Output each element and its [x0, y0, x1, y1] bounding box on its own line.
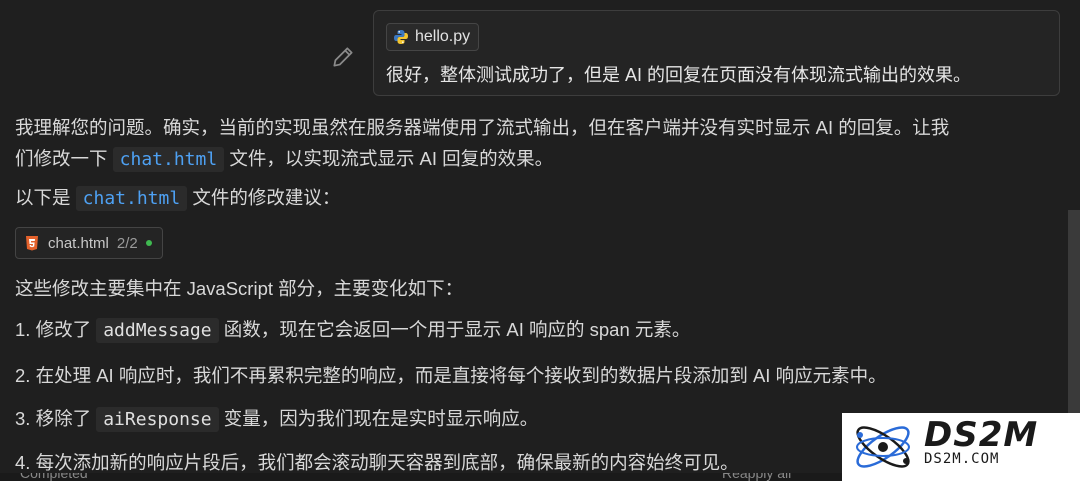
- text-span: 3. 移除了: [15, 408, 92, 429]
- list-item: 1. 修改了 addMessage 函数，现在它会返回一个用于显示 AI 响应的…: [15, 314, 1060, 346]
- text-span: 文件的修改建议：: [192, 187, 341, 208]
- text-span: 文件，以实现流式显示 AI 回复的效果。: [229, 148, 554, 169]
- attachment-chip[interactable]: hello.py: [386, 23, 480, 51]
- watermark-title: DS2M: [924, 415, 1039, 455]
- text-span: 变量，因为我们现在是实时显示响应。: [223, 408, 539, 429]
- response-paragraph-1: 我理解您的问题。确实，当前的实现虽然在服务器端使用了流式输出，但在客户端并没有实…: [15, 112, 1060, 175]
- pencil-icon[interactable]: [330, 44, 356, 70]
- file-pill-count: 2/2: [116, 234, 138, 252]
- inline-code-filename: chat.html: [112, 147, 225, 172]
- user-message-bubble: hello.py 很好，整体测试成功了，但是 AI 的回复在页面没有体现流式输出…: [373, 10, 1060, 96]
- status-text: Completed: [20, 473, 88, 481]
- atom-logo-icon: [856, 426, 910, 468]
- inline-code: aiResponse: [96, 407, 219, 432]
- python-icon: [394, 30, 408, 44]
- response-paragraph-2: 以下是 chat.html 文件的修改建议：: [15, 182, 1060, 214]
- inline-code: addMessage: [96, 318, 219, 343]
- list-item: 2. 在处理 AI 响应时，我们不再累积完整的响应，而是直接将每个接收到的数据片…: [15, 365, 887, 386]
- html5-icon: [26, 236, 38, 251]
- attachment-name: hello.py: [415, 28, 471, 45]
- response-paragraph-3: 这些修改主要集中在 JavaScript 部分，主要变化如下：: [15, 278, 464, 299]
- file-pill-name: chat.html: [48, 234, 109, 252]
- status-dot-icon: [145, 240, 152, 246]
- user-message: hello.py 很好，整体测试成功了，但是 AI 的回复在页面没有体现流式输出…: [330, 10, 1060, 96]
- inline-code-filename: chat.html: [75, 186, 188, 211]
- code-block-file-pill[interactable]: chat.html 2/2: [15, 227, 163, 259]
- watermark: DS2M DS2M.COM: [842, 413, 1080, 481]
- text-span: 以下是: [15, 187, 71, 208]
- text-span: 函数，现在它会返回一个用于显示 AI 响应的 span 元素。: [223, 319, 691, 340]
- response-line: 们修改一下 chat.html 文件，以实现流式显示 AI 回复的效果。: [15, 143, 1060, 175]
- response-line: 我理解您的问题。确实，当前的实现虽然在服务器端使用了流式输出，但在客户端并没有实…: [15, 117, 950, 138]
- scrollbar-thumb[interactable]: [1068, 210, 1080, 415]
- reapply-all-button[interactable]: Reapply all: [722, 473, 791, 481]
- text-span: 们修改一下: [15, 148, 108, 169]
- text-span: 1. 修改了: [15, 319, 92, 340]
- user-message-text: 很好，整体测试成功了，但是 AI 的回复在页面没有体现流式输出的效果。: [386, 65, 972, 85]
